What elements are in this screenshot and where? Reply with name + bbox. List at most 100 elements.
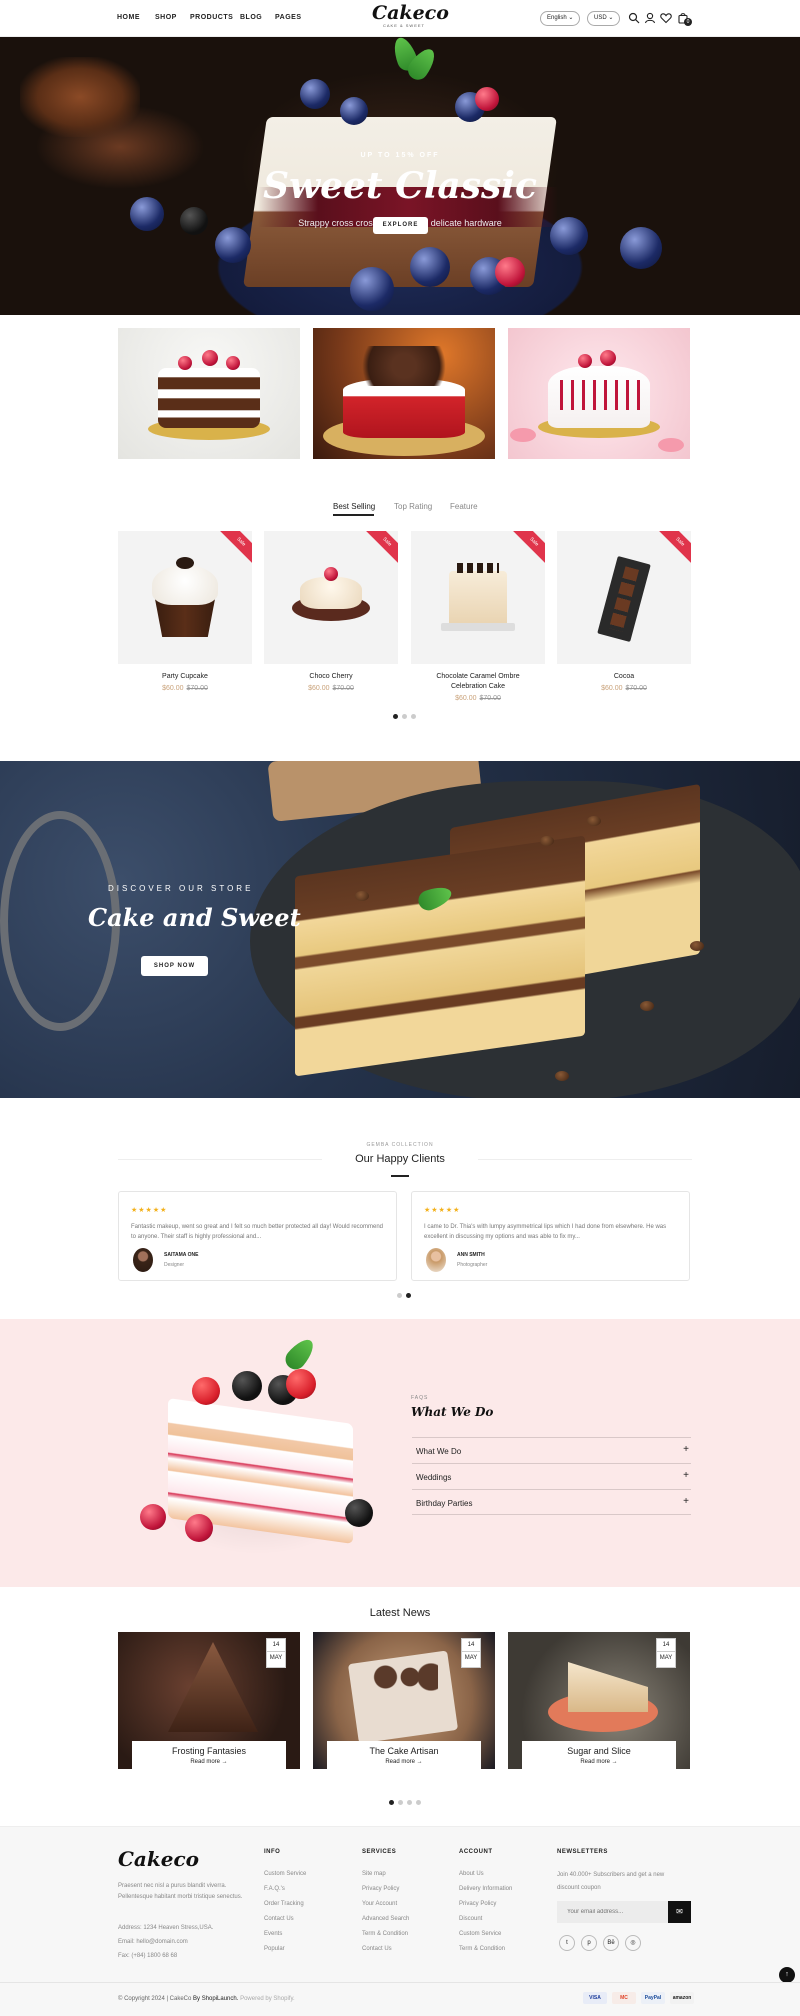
category-tile-naked-cake[interactable]	[118, 328, 300, 459]
news-card-the-cake-artisan[interactable]: 14 MAY The Cake Artisan Read more →	[313, 1632, 495, 1769]
product-card-party-cupcake[interactable]: Sale	[118, 531, 252, 664]
carousel-dot[interactable]	[402, 714, 407, 719]
product-name[interactable]: Cocoa	[557, 672, 691, 682]
footer-link[interactable]: Order Tracking	[264, 1901, 304, 1907]
news-post-title[interactable]: The Cake Artisan	[327, 1746, 481, 1756]
footer-link[interactable]: Your Account	[362, 1901, 397, 1907]
twitter-icon[interactable]: t	[559, 1935, 575, 1951]
carousel-dot[interactable]	[411, 714, 416, 719]
tab-best-selling[interactable]: Best Selling	[333, 502, 375, 511]
carousel-dot[interactable]	[398, 1800, 403, 1805]
news-post-title[interactable]: Frosting Fantasies	[132, 1746, 286, 1756]
tab-active-underline	[333, 514, 374, 516]
mint-leaf	[281, 1334, 319, 1374]
nav-home[interactable]: HOME	[117, 14, 140, 21]
news-caption: The Cake Artisan Read more →	[327, 1741, 481, 1769]
footer-link[interactable]: Custom Service	[264, 1871, 306, 1877]
footer-link[interactable]: Events	[264, 1931, 282, 1937]
footer-link[interactable]: Term & Condition	[459, 1946, 505, 1952]
footer-link[interactable]: Contact Us	[362, 1946, 392, 1952]
chevron-down-icon: ⌄	[608, 15, 614, 21]
avatar	[426, 1248, 446, 1272]
language-select[interactable]: English ⌄	[540, 11, 581, 26]
coffee-bean	[690, 941, 704, 951]
raspberry	[495, 257, 525, 287]
category-tile-chocolate-cake[interactable]	[313, 328, 495, 459]
read-more-label: Read more	[385, 1759, 415, 1765]
carousel-dot[interactable]	[407, 1800, 412, 1805]
nav-products[interactable]: PRODUCTS	[190, 14, 233, 21]
instagram-icon[interactable]: ◎	[625, 1935, 641, 1951]
footer-link[interactable]: F.A.Q.'s	[264, 1886, 285, 1892]
back-to-top-button[interactable]: ↑	[779, 1967, 795, 1983]
newsletter-text: Join 40.000+ Subscribers and get a new d…	[557, 1872, 665, 1891]
footer-link[interactable]: Discount	[459, 1916, 482, 1922]
carousel-dot[interactable]	[397, 1293, 402, 1298]
explore-button[interactable]: EXPLORE	[373, 217, 428, 234]
client-name: SAITAMA ONE	[164, 1252, 199, 1258]
tab-top-rating[interactable]: Top Rating	[394, 502, 432, 511]
user-icon[interactable]	[644, 12, 656, 24]
search-icon[interactable]	[628, 12, 640, 24]
newsletter-email-input[interactable]	[557, 1901, 668, 1923]
blackberry	[232, 1371, 262, 1401]
heart-icon[interactable]	[660, 12, 672, 24]
faq-item-what-we-do[interactable]: What We Do +	[412, 1437, 691, 1463]
faq-item-weddings[interactable]: Weddings +	[412, 1463, 691, 1489]
shopilaunch-link[interactable]: By ShopiLaunch.	[193, 1996, 238, 2002]
category-tile-strawberry-cake[interactable]	[508, 328, 690, 459]
footer-link[interactable]: Term & Condition	[362, 1931, 408, 1937]
news-card-sugar-and-slice[interactable]: 14 MAY Sugar and Slice Read more →	[508, 1632, 690, 1769]
carousel-dot[interactable]	[416, 1800, 421, 1805]
footer-link[interactable]: Privacy Policy	[362, 1886, 399, 1892]
nav-blog[interactable]: BLOG	[240, 14, 262, 21]
client-role: Designer	[164, 1262, 185, 1268]
product-name[interactable]: Chocolate Caramel Ombre Celebration Cake	[431, 672, 525, 692]
read-more-link[interactable]: Read more →	[327, 1759, 481, 1765]
news-post-title[interactable]: Sugar and Slice	[522, 1746, 676, 1756]
faq-item-label: Birthday Parties	[416, 1499, 473, 1508]
read-more-link[interactable]: Read more →	[522, 1759, 676, 1765]
product-card-chocolate-caramel-ombre[interactable]: Sale	[411, 531, 545, 664]
pinterest-icon[interactable]: p	[581, 1935, 597, 1951]
footer-link[interactable]: Popular	[264, 1946, 285, 1952]
carousel-dot[interactable]	[406, 1293, 411, 1298]
footer-link[interactable]: Privacy Policy	[459, 1901, 496, 1907]
news-card-frosting-fantasies[interactable]: 14 MAY Frosting Fantasies Read more →	[118, 1632, 300, 1769]
footer-link[interactable]: Custom Service	[459, 1931, 501, 1937]
coffee-bean	[355, 891, 369, 901]
client-name: ANN SMITH	[457, 1252, 485, 1258]
tiramisu-slice-front	[295, 835, 585, 1077]
ombre-cake	[449, 571, 507, 627]
currency-select[interactable]: USD ⌄	[587, 11, 621, 26]
product-card-choco-cherry[interactable]: Sale	[264, 531, 398, 664]
site-logo[interactable]: Cakeco CAKE & SWEET	[372, 4, 449, 30]
read-more-label: Read more	[190, 1759, 220, 1765]
carousel-dot[interactable]	[393, 714, 398, 719]
product-card-cocoa[interactable]: Sale	[557, 531, 691, 664]
paypal-icon: PayPal	[641, 1992, 665, 2004]
footer-logo[interactable]: Cakeco	[118, 1847, 199, 1871]
product-name[interactable]: Party Cupcake	[118, 672, 252, 682]
footer-link[interactable]: About Us	[459, 1871, 484, 1877]
nav-shop[interactable]: SHOP	[155, 14, 177, 21]
testimonials-title: Our Happy Clients	[355, 1153, 445, 1165]
footer-link[interactable]: Site map	[362, 1871, 386, 1877]
read-more-link[interactable]: Read more →	[132, 1759, 286, 1765]
footer-column-title: ACCOUNT	[459, 1849, 493, 1855]
footer-email[interactable]: Email: hello@domain.com	[118, 1939, 188, 1945]
footer-link[interactable]: Contact Us	[264, 1916, 294, 1922]
footer-link[interactable]: Advanced Search	[362, 1916, 409, 1922]
newsletter-submit-button[interactable]: ✉	[668, 1901, 691, 1923]
faq-item-birthday-parties[interactable]: Birthday Parties +	[412, 1489, 691, 1515]
carousel-dot[interactable]	[389, 1800, 394, 1805]
shop-now-button[interactable]: SHOP NOW	[141, 956, 208, 976]
tab-feature[interactable]: Feature	[450, 502, 478, 511]
product-name[interactable]: Choco Cherry	[264, 672, 398, 682]
product-price: $60.00 $70.00	[264, 685, 398, 692]
blueberry	[300, 79, 330, 109]
mail-icon: ✉	[676, 1907, 683, 1916]
nav-pages[interactable]: PAGES	[275, 14, 302, 21]
footer-link[interactable]: Delivery Information	[459, 1886, 512, 1892]
behance-icon[interactable]: Bē	[603, 1935, 619, 1951]
